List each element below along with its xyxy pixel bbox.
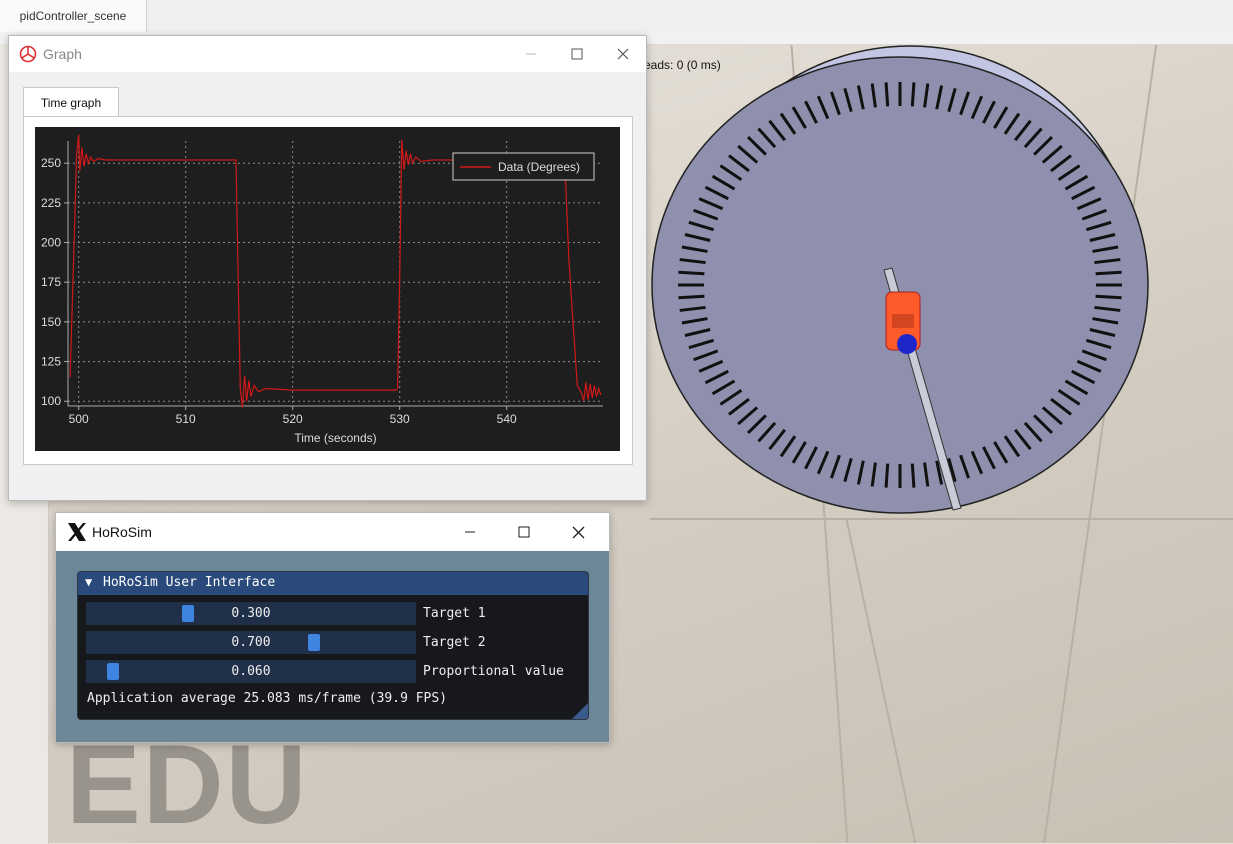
y-tick-label: 200 (41, 236, 61, 250)
horosim-window[interactable]: HoRoSim ▼ HoRoSim User Interface 0.300 T… (55, 512, 610, 743)
horosim-ui-panel: ▼ HoRoSim User Interface 0.300 Target 1 … (77, 571, 589, 720)
minimize-icon (526, 53, 536, 55)
slider-label: Proportional value (423, 664, 564, 679)
scene-tab-bar: pidController_scene (0, 0, 1233, 33)
encoder-tick (910, 463, 916, 488)
time-graph-chart: 500 510 520 530 540 100 125 150 175 200 225 250 Time… (41, 134, 603, 445)
panel-collapsing-header[interactable]: ▼ HoRoSim User Interface (78, 572, 588, 595)
tab-time-graph[interactable]: Time graph (23, 87, 119, 118)
slider-proportional-value: 0.060 Proportional value (86, 660, 582, 683)
app-logo-icon (19, 45, 37, 63)
x-tick-label: 520 (283, 412, 303, 426)
slider-value: 0.060 (231, 664, 271, 679)
encoder-tick (884, 463, 890, 488)
slider-target-2: 0.700 Target 2 (86, 631, 582, 654)
fps-status-text: Application average 25.083 ms/frame (39.… (87, 691, 448, 706)
x11-logo-icon (68, 523, 86, 541)
x-tick-label: 530 (390, 412, 410, 426)
legend-entry: Data (Degrees) (498, 160, 580, 174)
graph-window-titlebar[interactable]: Graph (9, 36, 646, 72)
x-tick-label: 500 (69, 412, 89, 426)
y-tick-label: 175 (41, 275, 61, 289)
y-tick-label: 225 (41, 196, 61, 210)
y-tick-label: 250 (41, 156, 61, 170)
graph-window-title: Graph (43, 46, 82, 62)
y-tick-label: 125 (41, 355, 61, 369)
encoder-tick (1095, 294, 1122, 300)
encoder-tick (678, 270, 705, 276)
y-tick-label: 100 (41, 394, 61, 408)
graph-window[interactable]: Graph Time graph 500 510 520 530 540 100 125 15… (8, 35, 647, 501)
encoder-tick (678, 294, 705, 300)
collapse-triangle-icon[interactable]: ▼ (85, 575, 92, 589)
resize-grip[interactable] (572, 703, 588, 719)
maximize-icon (518, 526, 530, 538)
threads-status-text: eads: 0 (0 ms) (644, 58, 721, 72)
maximize-button[interactable] (501, 514, 547, 550)
rotary-encoder-disc (651, 45, 1149, 514)
x-tick-label: 540 (497, 412, 517, 426)
horosim-window-title: HoRoSim (92, 524, 152, 540)
close-icon (617, 48, 629, 60)
slider-label: Target 1 (423, 606, 486, 621)
tab-pidcontroller-scene[interactable]: pidController_scene (0, 0, 147, 32)
encoder-tick (884, 82, 890, 107)
x-tick-label: 510 (176, 412, 196, 426)
minimize-icon (465, 531, 475, 533)
motor-hub (885, 291, 921, 354)
slider-target-1: 0.300 Target 1 (86, 602, 582, 625)
panel-header-label: HoRoSim User Interface (103, 575, 276, 590)
y-tick-label: 150 (41, 315, 61, 329)
x-axis-label: Time (seconds) (294, 431, 376, 445)
slider-value: 0.300 (231, 606, 271, 621)
close-icon (572, 526, 584, 538)
time-graph-panel: 500 510 520 530 540 100 125 150 175 200 225 250 Time… (23, 116, 633, 465)
minimize-button[interactable] (447, 514, 493, 550)
minimize-button[interactable] (508, 36, 554, 72)
floor-tile-line (845, 520, 917, 843)
encoder-tick (1095, 270, 1122, 276)
slider-value: 0.700 (231, 635, 271, 650)
maximize-icon (571, 48, 583, 60)
maximize-button[interactable] (554, 36, 600, 72)
time-graph-plot[interactable]: 500 510 520 530 540 100 125 150 175 200 225 250 Time… (35, 127, 620, 451)
close-button[interactable] (600, 36, 646, 72)
slider-label: Target 2 (423, 635, 486, 650)
close-button[interactable] (555, 514, 601, 550)
encoder-tick (910, 82, 916, 107)
horosim-window-titlebar[interactable]: HoRoSim (56, 513, 609, 551)
